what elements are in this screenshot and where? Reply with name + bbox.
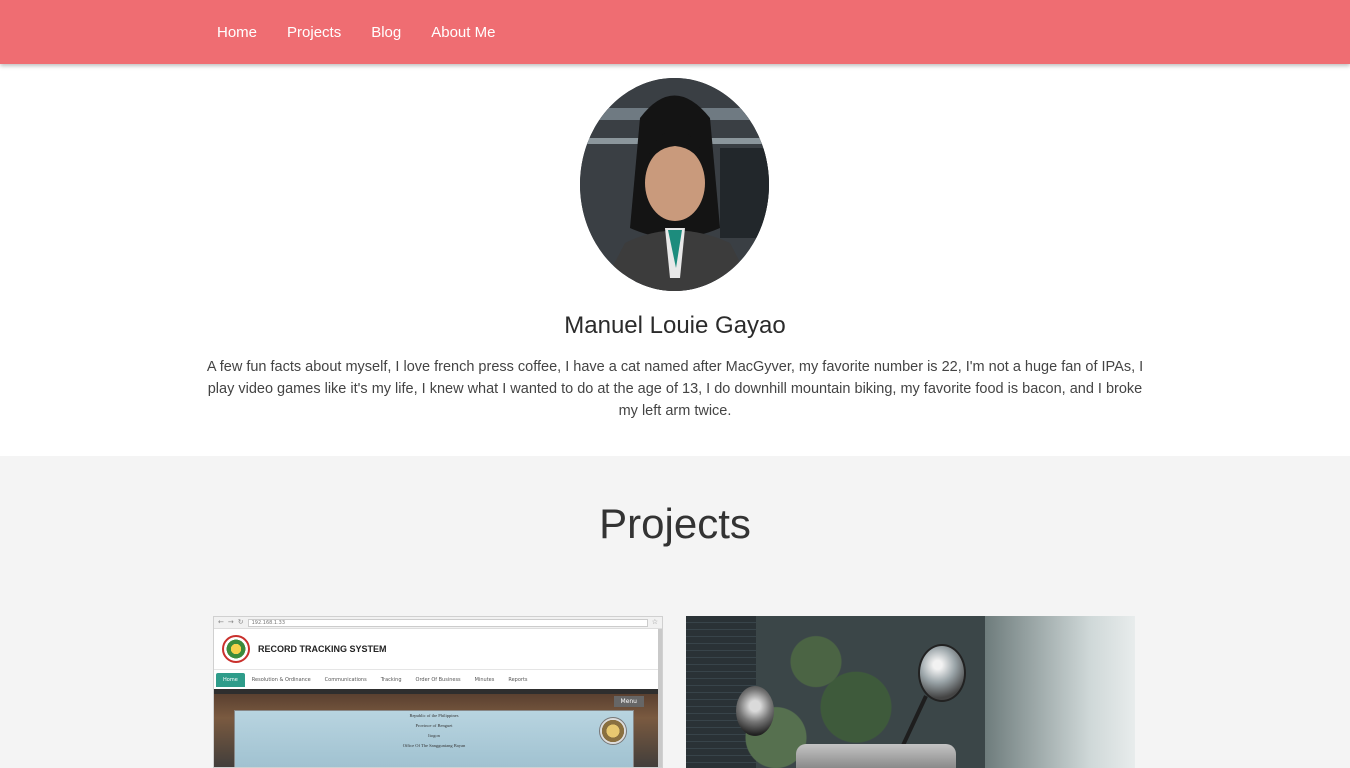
project-card-record-tracking[interactable]: ← → ↻ 192.168.1.33 ☆ RECORD TRACKING SYS… xyxy=(213,616,663,768)
mock-site-nav: Home Resolution & Ordinance Communicatio… xyxy=(214,669,662,689)
mock-tab: Communications xyxy=(324,676,367,683)
mock-tab: Tracking xyxy=(380,676,402,683)
mock-doc-line: Province of Benguet xyxy=(415,723,453,728)
star-icon: ☆ xyxy=(651,618,658,626)
back-arrow-icon: ← xyxy=(218,618,224,626)
photo-handlebar xyxy=(796,744,956,768)
avatar-portrait xyxy=(580,78,769,291)
project-card-photo[interactable] xyxy=(686,616,1135,768)
projects-title: Projects xyxy=(599,500,751,547)
nav-projects-link[interactable]: Projects xyxy=(272,24,356,41)
mock-scrollbar xyxy=(658,629,662,767)
mock-url-field: 192.168.1.33 xyxy=(247,618,648,627)
photo-background xyxy=(985,616,1135,768)
profile-avatar xyxy=(580,78,769,291)
mock-doc-line: Office Of The Sangguniang Bayan xyxy=(402,743,466,748)
profile-name: Manuel Louie Gayao xyxy=(564,312,786,339)
profile-bio: A few fun facts about myself, I love fre… xyxy=(206,359,1144,419)
nav-about-link[interactable]: About Me xyxy=(416,24,510,41)
profile-section: Manuel Louie Gayao A few fun facts about… xyxy=(0,64,1350,456)
mock-document: Republic of the Philippines Province of … xyxy=(234,710,634,767)
official-seal-icon xyxy=(599,717,627,745)
mock-site-title: RECORD TRACKING SYSTEM xyxy=(258,644,387,654)
forward-arrow-icon: → xyxy=(227,618,234,626)
mock-tab: Resolution & Ordinance xyxy=(251,676,311,683)
mock-tab: Order Of Business xyxy=(415,676,461,683)
nav-blog-link[interactable]: Blog xyxy=(356,24,416,41)
nav-home-link[interactable]: Home xyxy=(202,24,272,41)
projects-section: Projects ← → ↻ 192.168.1.33 ☆ RECORD TRA… xyxy=(0,456,1350,768)
mock-browser-bar: ← → ↻ 192.168.1.33 ☆ xyxy=(214,617,662,629)
site-logo-icon xyxy=(222,635,250,663)
mock-hero: Menu Republic of the Philippines Provinc… xyxy=(214,694,662,767)
mock-tab: Minutes xyxy=(474,676,495,683)
reload-icon: ↻ xyxy=(237,618,244,626)
mock-tab: Reports xyxy=(508,676,528,683)
mock-doc-line: Itogon xyxy=(428,733,440,738)
top-navbar: Home Projects Blog About Me xyxy=(0,0,1350,64)
mock-doc-line: Republic of the Philippines xyxy=(409,713,459,718)
mock-tab: Home xyxy=(216,672,245,687)
mock-menu-button: Menu xyxy=(613,696,644,707)
photo-mirror-right xyxy=(918,644,966,702)
nav-links: Home Projects Blog About Me xyxy=(202,0,510,64)
mock-site-header: RECORD TRACKING SYSTEM xyxy=(214,629,662,669)
photo-mirror-left xyxy=(736,686,774,736)
